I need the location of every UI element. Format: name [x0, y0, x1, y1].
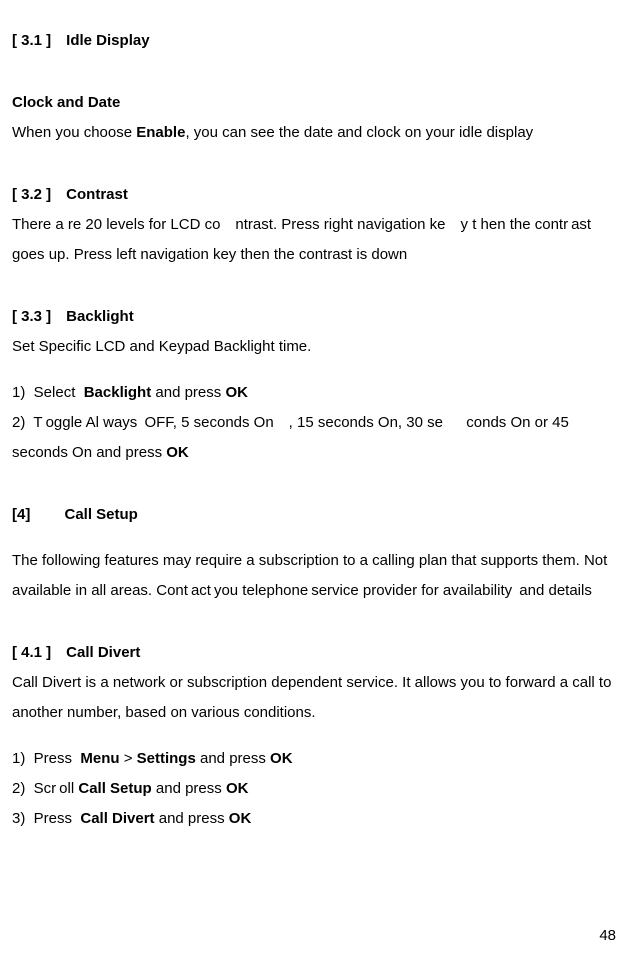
text-fragment: and press: [151, 384, 225, 401]
para-clock-date: When you choose Enable, you can see the …: [12, 118, 620, 148]
spacer: [12, 728, 620, 744]
bold-call-setup: Call Setup: [78, 780, 151, 797]
text-fragment: and press: [155, 810, 229, 827]
step-divert-3: 3) Press Call Divert and press OK: [12, 804, 620, 834]
spacer: [12, 270, 620, 286]
step-divert-2: 2) Scr oll Call Setup and press OK: [12, 774, 620, 804]
bold-ok: OK: [225, 384, 248, 401]
text-fragment: 3) Press: [12, 810, 80, 827]
para-contrast: There a re 20 levels for LCD co ntrast. …: [12, 210, 620, 270]
bold-enable: Enable: [136, 124, 185, 141]
step-divert-1: 1) Press Menu > Settings and press OK: [12, 744, 620, 774]
text-fragment: 2) T oggle Al ways OFF, 5 seconds On , 1…: [12, 414, 569, 461]
text-fragment: When you choose: [12, 124, 136, 141]
heading-4: [4] Call Setup: [12, 500, 620, 530]
spacer: [12, 56, 620, 72]
step-backlight-1: 1) Select Backlight and press OK: [12, 378, 620, 408]
bold-ok: OK: [270, 750, 293, 767]
text-fragment: and press: [196, 750, 270, 767]
bold-call-divert: Call Divert: [80, 810, 154, 827]
text-fragment: >: [120, 750, 137, 767]
spacer: [12, 362, 620, 378]
subheading-clock-date: Clock and Date: [12, 88, 620, 118]
bold-ok: OK: [229, 810, 252, 827]
para-backlight-intro: Set Specific LCD and Keypad Backlight ti…: [12, 332, 620, 362]
text-fragment: , you can see the date and clock on your…: [185, 124, 533, 141]
step-backlight-2: 2) T oggle Al ways OFF, 5 seconds On , 1…: [12, 408, 620, 468]
text-fragment: and press: [152, 780, 226, 797]
bold-ok: OK: [166, 444, 189, 461]
bold-ok: OK: [226, 780, 249, 797]
text-fragment: 1) Press: [12, 750, 80, 767]
bold-menu: Menu: [80, 750, 119, 767]
bold-settings: Settings: [137, 750, 196, 767]
spacer: [12, 530, 620, 546]
text-fragment: 1) Select: [12, 384, 84, 401]
para-call-divert: Call Divert is a network or subscription…: [12, 668, 620, 728]
heading-4-1: [ 4.1 ] Call Divert: [12, 638, 620, 668]
spacer: [12, 468, 620, 484]
heading-3-1: [ 3.1 ] Idle Display: [12, 26, 620, 56]
page-number: 48: [599, 921, 616, 951]
text-fragment: 2) Scr oll: [12, 780, 78, 797]
spacer: [12, 148, 620, 164]
heading-3-3: [ 3.3 ] Backlight: [12, 302, 620, 332]
spacer: [12, 606, 620, 622]
heading-3-2: [ 3.2 ] Contrast: [12, 180, 620, 210]
bold-backlight: Backlight: [84, 384, 152, 401]
para-call-setup: The following features may require a sub…: [12, 546, 620, 606]
